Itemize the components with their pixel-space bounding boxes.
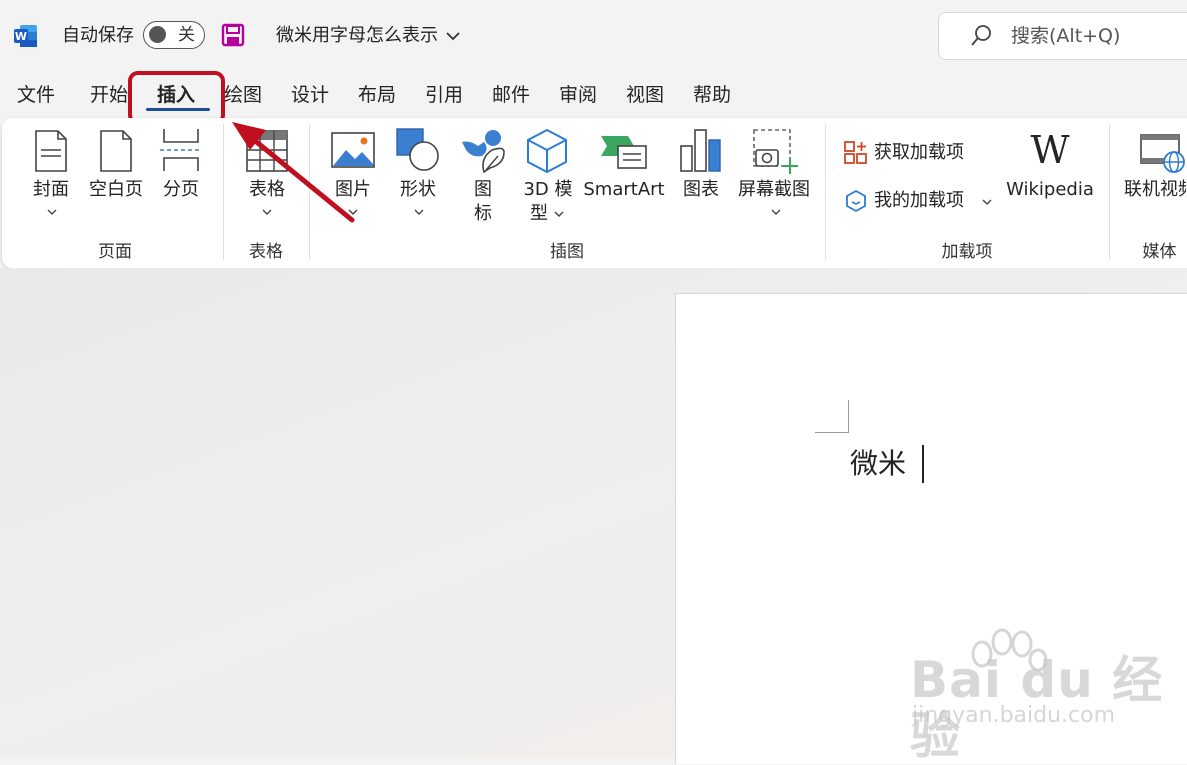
group-separator: [223, 124, 224, 260]
shapes-button[interactable]: 形状: [395, 178, 441, 202]
my-addins-icon: [846, 189, 866, 213]
tab-help[interactable]: 帮助: [693, 82, 731, 108]
pictures-button[interactable]: 图片: [330, 178, 376, 202]
wikipedia-button[interactable]: Wikipedia: [1004, 178, 1096, 202]
get-addins-button[interactable]: 获取加载项: [874, 141, 964, 165]
margin-corner-mark: [815, 432, 849, 433]
cover-page-icon: [35, 130, 67, 172]
3d-models-button-line1[interactable]: 3D 模: [520, 178, 576, 202]
page-break-icon: [160, 129, 202, 171]
tab-view[interactable]: 视图: [626, 82, 664, 108]
chart-button[interactable]: 图表: [678, 178, 724, 202]
blank-page-button[interactable]: 空白页: [86, 178, 146, 202]
search-placeholder: 搜索(Alt+Q): [1011, 25, 1121, 47]
toggle-knob: [149, 26, 166, 43]
pictures-icon: [331, 132, 375, 168]
group-separator: [1109, 124, 1110, 260]
icons-button-line2[interactable]: 标: [466, 202, 500, 226]
media-group-label: 媒体: [1142, 242, 1177, 262]
chevron-down-icon[interactable]: [445, 28, 461, 44]
autosave-toggle[interactable]: 关: [143, 21, 205, 49]
tab-mailings[interactable]: 邮件: [492, 82, 530, 108]
3d-models-button-line2[interactable]: 型: [524, 202, 554, 226]
my-addins-button[interactable]: 我的加载项: [874, 189, 964, 213]
group-separator: [309, 124, 310, 260]
online-video-icon: [1140, 134, 1185, 173]
illustrations-group-label: 插图: [550, 242, 584, 262]
tab-references[interactable]: 引用: [425, 82, 463, 108]
watermark-url: jingyan.baidu.com: [912, 703, 1116, 728]
chevron-down-icon[interactable]: [348, 208, 358, 216]
tab-review[interactable]: 审阅: [559, 82, 597, 108]
search-icon: [971, 25, 991, 46]
addins-group-label: 加载项: [941, 242, 993, 262]
search-box[interactable]: 搜索(Alt+Q): [938, 12, 1187, 60]
screenshot-button[interactable]: 屏幕截图: [736, 178, 812, 202]
save-icon[interactable]: [221, 23, 245, 47]
online-video-button[interactable]: 联机视频: [1124, 178, 1186, 202]
blank-page-icon: [100, 130, 132, 172]
icons-button-line1[interactable]: 图: [466, 178, 500, 202]
document-title[interactable]: 微米用字母怎么表示: [276, 24, 438, 48]
svg-text:W: W: [15, 30, 27, 43]
margin-corner-mark: [848, 400, 849, 433]
screenshot-icon: [753, 129, 798, 174]
3d-models-icon: [527, 128, 567, 174]
tab-file[interactable]: 文件: [17, 82, 55, 108]
tab-home[interactable]: 开始: [90, 82, 128, 108]
tab-design[interactable]: 设计: [291, 82, 329, 108]
chevron-down-icon[interactable]: [982, 198, 992, 206]
word-app-icon: W: [14, 25, 37, 47]
chevron-down-icon[interactable]: [262, 208, 272, 216]
smartart-button[interactable]: SmartArt: [582, 178, 666, 202]
group-separator: [825, 124, 826, 260]
tab-draw[interactable]: 绘图: [224, 82, 262, 108]
chevron-down-icon[interactable]: [771, 208, 781, 216]
cover-button[interactable]: 封面: [22, 178, 80, 202]
shapes-icon: [396, 128, 439, 171]
smartart-icon: [601, 136, 647, 169]
tab-layout[interactable]: 布局: [358, 82, 396, 108]
chevron-down-icon[interactable]: [47, 208, 57, 216]
wikipedia-logo: W: [1030, 128, 1070, 172]
pages-group-label: 页面: [98, 242, 132, 262]
icons-icon: [462, 130, 505, 174]
annotation-highlight-box: [128, 71, 225, 125]
text-cursor: [922, 445, 924, 483]
table-icon: [246, 130, 288, 172]
get-addins-icon: [844, 141, 867, 164]
chart-icon: [680, 129, 721, 172]
table-group-label: 表格: [249, 242, 283, 262]
chevron-down-icon[interactable]: [554, 210, 564, 218]
autosave-state: 关: [178, 25, 195, 45]
autosave-label: 自动保存: [62, 25, 134, 46]
chevron-down-icon[interactable]: [414, 208, 424, 216]
document-text[interactable]: 微米: [850, 445, 906, 483]
table-button[interactable]: 表格: [240, 178, 294, 202]
page-break-button[interactable]: 分页: [158, 178, 204, 202]
